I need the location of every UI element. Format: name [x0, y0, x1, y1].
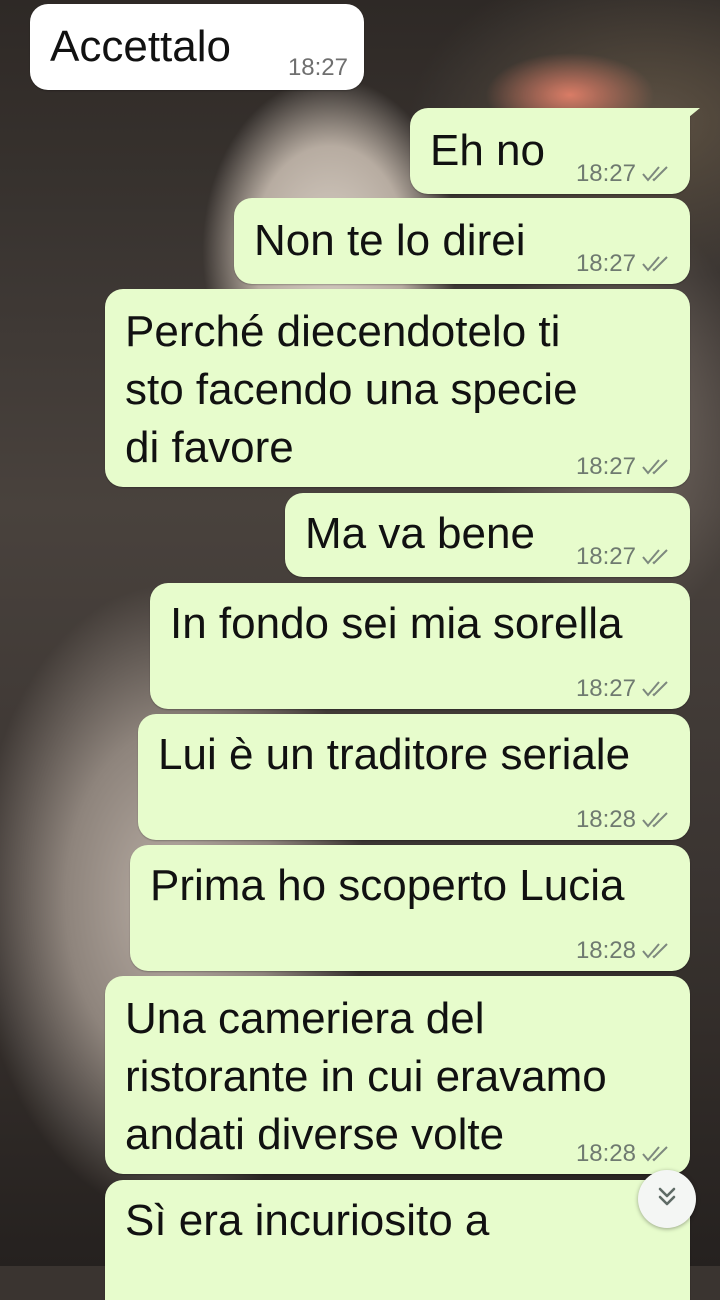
- message-meta: 18:28: [576, 1140, 672, 1168]
- message-meta: 18:27: [576, 453, 672, 481]
- message-bubble-outgoing[interactable]: Sì era incuriosito a: [105, 1180, 690, 1300]
- message-time: 18:28: [575, 937, 636, 964]
- message-time: 18:27: [575, 453, 636, 480]
- message-time: 18:27: [575, 543, 636, 570]
- message-time: 18:27: [287, 54, 348, 81]
- message-line: Una cameriera del: [125, 994, 485, 1043]
- message-text: Una cameriera del ristorante in cui erav…: [125, 990, 607, 1164]
- message-time: 18:28: [575, 806, 636, 833]
- message-bubble-outgoing[interactable]: Prima ho scoperto Lucia 18:28: [130, 845, 690, 971]
- message-line: Perché diecendotelo ti: [125, 307, 561, 356]
- message-text: In fondo sei mia sorella: [170, 599, 623, 648]
- message-line: di favore: [125, 423, 294, 472]
- message-bubble-outgoing[interactable]: Perché diecendotelo ti sto facendo una s…: [105, 289, 690, 487]
- message-text: Lui è un traditore seriale: [158, 730, 631, 779]
- message-text: Sì era incuriosito a: [125, 1196, 490, 1245]
- message-line: sto facendo una specie: [125, 365, 578, 414]
- message-bubble-incoming[interactable]: Accettalo 18:27: [30, 4, 364, 90]
- double-check-icon: [642, 680, 672, 698]
- message-text: Prima ho scoperto Lucia: [150, 861, 625, 910]
- message-line: andati diverse volte: [125, 1110, 505, 1159]
- message-bubble-outgoing[interactable]: Ma va bene 18:27: [285, 493, 690, 577]
- message-line: ristorante in cui eravamo: [125, 1052, 607, 1101]
- message-meta: 18:27: [576, 675, 672, 703]
- message-bubble-outgoing[interactable]: Una cameriera del ristorante in cui erav…: [105, 976, 690, 1174]
- message-bubble-outgoing[interactable]: Non te lo direi 18:27: [234, 198, 690, 284]
- message-text: Non te lo direi: [254, 216, 526, 265]
- message-text: Perché diecendotelo ti sto facendo una s…: [125, 303, 578, 477]
- message-meta: 18:27: [576, 160, 672, 188]
- double-chevron-down-icon: [654, 1184, 680, 1215]
- double-check-icon: [642, 165, 672, 183]
- double-check-icon: [642, 458, 672, 476]
- message-meta: 18:28: [576, 806, 672, 834]
- double-check-icon: [642, 255, 672, 273]
- message-bubble-outgoing[interactable]: Lui è un traditore seriale 18:28: [138, 714, 690, 840]
- message-meta: 18:27: [576, 250, 672, 278]
- message-time: 18:28: [575, 1140, 636, 1167]
- double-check-icon: [642, 942, 672, 960]
- message-text: Accettalo: [50, 22, 231, 71]
- message-time: 18:27: [575, 160, 636, 187]
- message-bubble-outgoing[interactable]: In fondo sei mia sorella 18:27: [150, 583, 690, 709]
- double-check-icon: [642, 548, 672, 566]
- double-check-icon: [642, 1145, 672, 1163]
- message-time: 18:27: [575, 675, 636, 702]
- message-time: 18:27: [575, 250, 636, 277]
- message-text: Eh no: [430, 126, 545, 175]
- scroll-to-bottom-button[interactable]: [638, 1170, 696, 1228]
- message-text: Ma va bene: [305, 509, 535, 558]
- message-meta: 18:28: [576, 937, 672, 965]
- message-meta: 18:27: [288, 54, 348, 82]
- message-meta: 18:27: [576, 543, 672, 571]
- message-bubble-outgoing[interactable]: Eh no 18:27: [410, 108, 700, 194]
- double-check-icon: [642, 811, 672, 829]
